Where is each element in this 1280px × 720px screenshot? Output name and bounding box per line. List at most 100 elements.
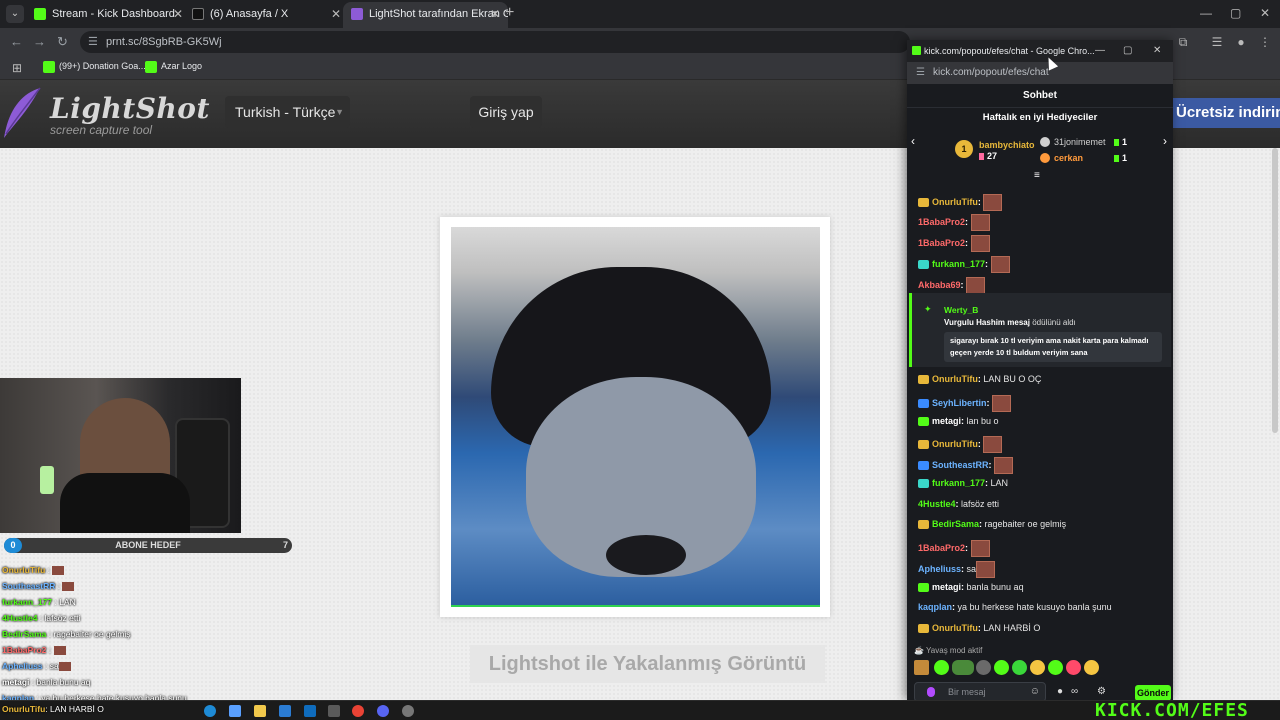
- address-bar[interactable]: ☰ prnt.sc/8SgbRB-GK5Wj: [80, 31, 910, 53]
- forward-icon[interactable]: →: [33, 34, 46, 49]
- minimize-icon[interactable]: —: [1200, 6, 1212, 20]
- lightshot-feather-icon: [351, 8, 363, 20]
- chevron-right-icon[interactable]: ›: [1163, 134, 1167, 148]
- minimize-icon[interactable]: —: [1095, 40, 1105, 62]
- close-icon[interactable]: ✕: [173, 2, 183, 26]
- new-tab-icon[interactable]: +: [505, 4, 514, 22]
- emote-icon[interactable]: [914, 660, 929, 675]
- overlay-chat-line: BedirSama : ragebaiter oe gelmiş: [2, 629, 131, 639]
- chat-username[interactable]: OnurluTifu: [932, 197, 978, 207]
- extensions-icon[interactable]: ⧉: [1176, 35, 1190, 49]
- tab-search-button[interactable]: ⌄: [6, 5, 24, 23]
- bookmark-icon: [145, 61, 157, 73]
- reading-list-icon[interactable]: ☰: [1210, 35, 1224, 49]
- users-icon[interactable]: ●: [1057, 686, 1063, 697]
- overlay-chat-line: furkann_177 : LAN: [2, 597, 76, 607]
- top-gifter-name[interactable]: bambychiato: [979, 140, 1035, 150]
- emote-image: [983, 194, 1003, 211]
- gifter-name[interactable]: 31jonimemet: [1054, 137, 1106, 147]
- chat-message: SoutheastRR:: [918, 457, 1168, 474]
- login-button[interactable]: Giriş yap: [470, 96, 542, 128]
- popup-address-bar[interactable]: ☰ kick.com/popout/efes/chat: [907, 62, 1173, 84]
- chat-username[interactable]: SeyhLibertin: [932, 398, 987, 408]
- user-badge-icon: [918, 624, 929, 634]
- overlay-chat-line: OnurluTifu :: [2, 562, 302, 578]
- gifter-name[interactable]: cerkan: [1054, 153, 1083, 163]
- chat-username[interactable]: 1BabaPro2: [918, 217, 965, 227]
- chevron-left-icon[interactable]: ‹: [911, 134, 915, 148]
- screenshot-image[interactable]: [451, 227, 820, 607]
- chat-username[interactable]: OnurluTifu: [932, 623, 978, 633]
- emote-icon[interactable]: [1030, 660, 1045, 675]
- outlook-icon[interactable]: [304, 705, 316, 717]
- file-explorer-icon[interactable]: [254, 705, 266, 717]
- overlay-chat-line: SoutheastRR :: [2, 578, 302, 594]
- chat-message: OnurluTifu: LAN BU O OÇ: [918, 374, 1168, 385]
- apps-icon[interactable]: ⊞: [10, 61, 24, 75]
- discord-icon[interactable]: [377, 705, 389, 717]
- emote-icon[interactable]: [934, 660, 949, 675]
- chat-username[interactable]: 1BabaPro2: [918, 543, 965, 553]
- emote-icon[interactable]: [1012, 660, 1027, 675]
- gear-icon[interactable]: ⚙: [1097, 686, 1106, 697]
- bookmark-azar-logo[interactable]: Azar Logo: [145, 61, 202, 73]
- chat-text: lafsöz etti: [961, 499, 1000, 509]
- chat-username[interactable]: Akbaba69: [918, 280, 961, 290]
- edge-icon[interactable]: [204, 705, 216, 717]
- chat-username[interactable]: furkann_177: [932, 478, 985, 488]
- chat-input[interactable]: Bir mesaj ☺: [914, 682, 1046, 702]
- profile-icon[interactable]: ●: [1234, 35, 1248, 49]
- close-icon[interactable]: ✕: [490, 2, 500, 26]
- chat-username[interactable]: furkann_177: [932, 259, 985, 269]
- chat-username[interactable]: metagi: [932, 582, 961, 592]
- emoji-icon[interactable]: ☺: [1030, 683, 1040, 701]
- collapse-icon[interactable]: ≡: [1034, 170, 1040, 181]
- bookmark-label: (99+) Donation Goa...: [59, 61, 146, 71]
- chat-text: sa: [966, 563, 977, 574]
- site-info-icon[interactable]: ☰: [916, 62, 925, 84]
- emote-icon[interactable]: [976, 660, 991, 675]
- bookmark-donation-goal[interactable]: (99+) Donation Goa...: [43, 61, 146, 73]
- reward-user[interactable]: Werty_B: [944, 305, 978, 315]
- chat-username[interactable]: OnurluTifu: [932, 374, 978, 384]
- tab-x-home[interactable]: (6) Anasayfa / X ✕: [184, 2, 349, 28]
- send-button[interactable]: Gönder: [1135, 685, 1171, 701]
- emote-icon[interactable]: [994, 660, 1009, 675]
- emote-icon[interactable]: [1066, 660, 1081, 675]
- overlay-chat-user: 4Hustle4: [2, 613, 38, 623]
- chat-username[interactable]: metagi: [932, 416, 961, 426]
- emote-icon[interactable]: [1084, 660, 1099, 675]
- reload-icon[interactable]: ↻: [57, 34, 68, 50]
- chat-username[interactable]: Apheliuss: [918, 564, 961, 574]
- app-icon[interactable]: [402, 705, 414, 717]
- close-window-icon[interactable]: ✕: [1260, 6, 1270, 20]
- back-icon[interactable]: ←: [10, 34, 23, 49]
- download-button[interactable]: Ücretsiz indirin: [1172, 98, 1280, 128]
- chat-username[interactable]: 1BabaPro2: [918, 238, 965, 248]
- menu-icon[interactable]: ⋮: [1258, 35, 1272, 49]
- maximize-icon[interactable]: ▢: [1230, 6, 1241, 20]
- close-icon[interactable]: ✕: [1153, 40, 1161, 62]
- copilot-icon[interactable]: [229, 705, 241, 717]
- close-icon[interactable]: ✕: [331, 2, 341, 26]
- emote-icon[interactable]: [952, 660, 974, 675]
- lightshot-logo[interactable]: LightShot: [50, 92, 210, 125]
- tab-lightshot[interactable]: LightShot tarafından Ekran Görü ✕: [343, 2, 508, 28]
- store-icon[interactable]: [279, 705, 291, 717]
- chat-username[interactable]: BedirSama: [932, 519, 979, 529]
- tab-kick-dashboard[interactable]: Stream - Kick Dashboard ✕: [26, 2, 191, 28]
- chat-username[interactable]: kaqplan: [918, 602, 952, 612]
- page-scrollbar[interactable]: [1272, 148, 1278, 433]
- chat-username[interactable]: 4Hustle4: [918, 499, 956, 509]
- site-info-icon[interactable]: ☰: [88, 31, 98, 53]
- reward-text: sigarayı bırak 10 tl veriyim ama nakit k…: [944, 332, 1162, 362]
- language-select[interactable]: Turkish - Türkçe ▼: [225, 96, 350, 128]
- chat-username[interactable]: OnurluTifu: [932, 439, 978, 449]
- chat-username[interactable]: SoutheastRR: [932, 460, 989, 470]
- settings-icon[interactable]: [328, 705, 340, 717]
- infinity-icon[interactable]: ∞: [1071, 686, 1078, 697]
- chrome-icon[interactable]: [352, 705, 364, 717]
- overlay-chat-user: 1BabaPro2: [2, 645, 47, 655]
- maximize-icon[interactable]: ▢: [1123, 40, 1132, 62]
- emote-icon[interactable]: [1048, 660, 1063, 675]
